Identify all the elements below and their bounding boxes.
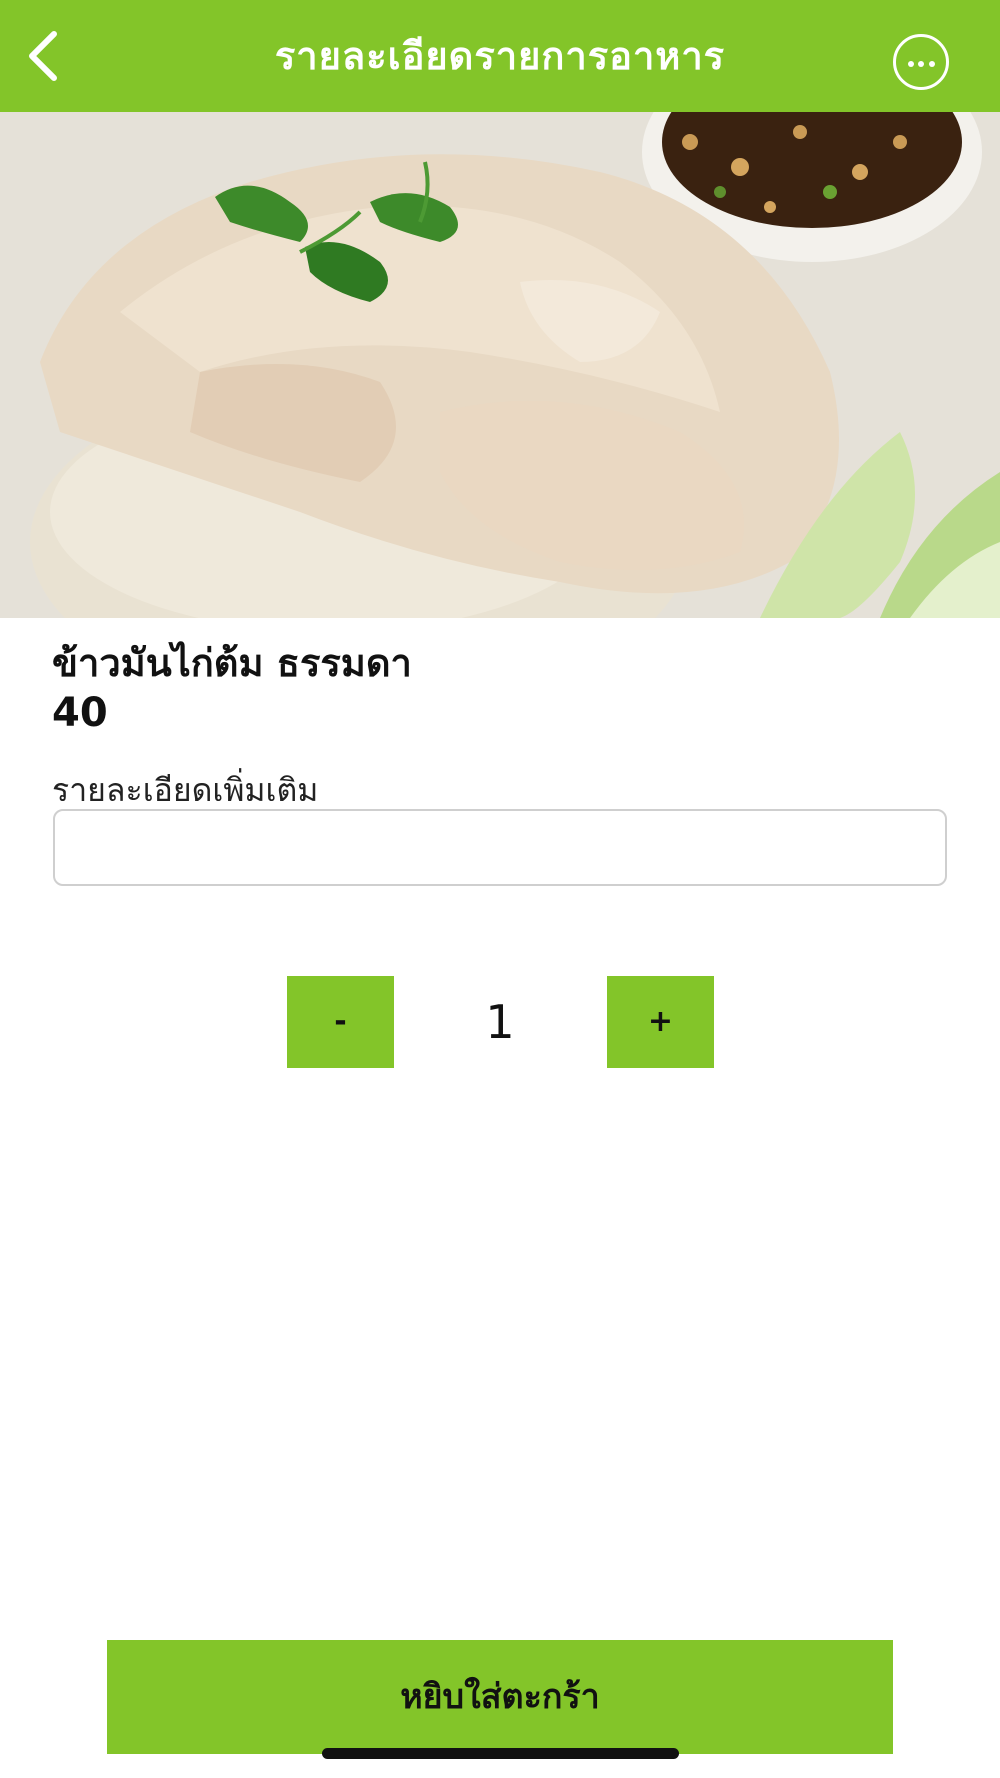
additional-details-input[interactable] (53, 809, 947, 886)
more-options-button[interactable] (893, 34, 949, 90)
back-button[interactable] (18, 26, 78, 86)
quantity-value: 1 (485, 995, 515, 1049)
item-name: ข้าวมันไก่ต้ม ธรรมดา (52, 641, 412, 685)
quantity-increase-button[interactable]: + (607, 976, 714, 1068)
item-price: 40 (52, 690, 108, 736)
page-title: รายละเอียดรายการอาหาร (274, 34, 726, 78)
quantity-decrease-button[interactable]: - (287, 976, 394, 1068)
app-header: รายละเอียดรายการอาหาร (0, 0, 1000, 112)
home-indicator (322, 1748, 679, 1759)
add-to-cart-button[interactable]: หยิบใส่ตะกร้า (107, 1640, 893, 1754)
menu-item-detail-screen: รายละเอียดรายการอาหาร ข้าวมันไก่ต้ม ธรรม… (0, 0, 1000, 1778)
chevron-left-icon (29, 31, 57, 81)
food-photo (0, 112, 1000, 618)
